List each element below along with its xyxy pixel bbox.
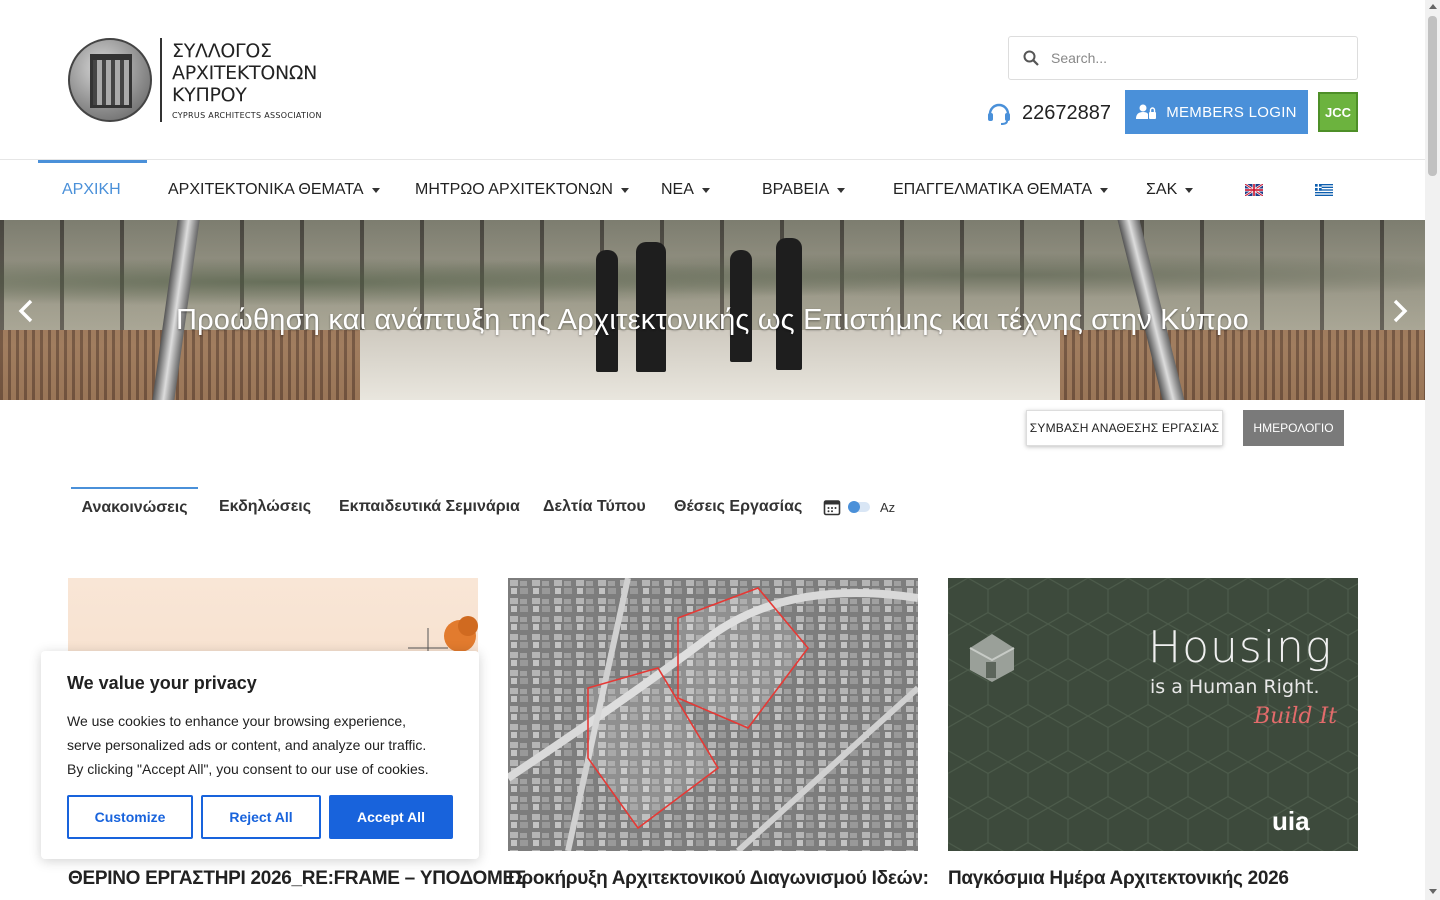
chevron-down-icon xyxy=(1100,187,1109,193)
site-header: ΣΥΛΛΟΓΟΣ ΑΡΧΙΤΕΚΤΟΝΩΝ ΚΥΠΡΟΥ CYPRUS ARCH… xyxy=(0,0,1425,160)
housing-accent: Build It xyxy=(1254,704,1338,729)
nav-item-professional-topics[interactable]: ΕΠΑΓΓΕΛΜΑΤΙΚΑ ΘΕΜΑΤΑ xyxy=(893,160,1109,220)
scrollbar-thumb[interactable] xyxy=(1428,16,1437,176)
scroll-down-arrow-icon[interactable] xyxy=(1429,889,1437,894)
members-login-button[interactable]: MEMBERS LOGIN xyxy=(1125,90,1308,134)
search-input[interactable] xyxy=(1049,43,1349,73)
logo-divider xyxy=(160,38,162,122)
tab-press-releases[interactable]: Δελτία Τύπου xyxy=(543,487,646,527)
card-title[interactable]: Παγκόσμια Ημέρα Αρχιτεκτονικής 2026 xyxy=(948,868,1388,890)
hero-image-floor xyxy=(360,330,1060,400)
hero-slider: Προώθηση και ανάπτυξη της Αρχιτεκτονικής… xyxy=(0,220,1425,400)
user-lock-icon xyxy=(1136,104,1157,119)
tab-job-positions[interactable]: Θέσεις Εργασίας xyxy=(674,487,802,527)
uk-flag-icon[interactable] xyxy=(1245,184,1263,196)
uia-logo: uia xyxy=(1272,806,1310,836)
search-icon[interactable] xyxy=(1023,50,1039,66)
cookie-title: We value your privacy xyxy=(67,673,257,693)
logo-title: ΣΥΛΛΟΓΟΣ ΑΡΧΙΤΕΚΤΟΝΩΝ ΚΥΠΡΟΥ xyxy=(172,40,318,106)
calendar-button[interactable]: ΗΜΕΡΟΛΟΓΙΟ xyxy=(1243,410,1344,446)
nav-item-architectural-topics[interactable]: ΑΡΧΙΤΕΚΤΟΝΙΚΑ ΘΕΜΑΤΑ xyxy=(168,160,380,220)
chevron-down-icon xyxy=(701,187,710,193)
card-image-map[interactable] xyxy=(508,578,918,851)
nav-item-awards[interactable]: ΒΡΑΒΕΙΑ xyxy=(762,160,846,220)
sort-toggle[interactable] xyxy=(848,501,870,513)
nav-item-home[interactable]: ΑΡΧΙΚΗ xyxy=(38,160,147,220)
coin-emblem-icon xyxy=(68,38,152,122)
slider-next-arrow-icon[interactable] xyxy=(1384,296,1414,326)
aerial-map-icon xyxy=(508,578,918,851)
tab-announcements[interactable]: Ανακοινώσεις xyxy=(71,487,198,527)
cookie-body: We use cookies to enhance your browsing … xyxy=(67,713,429,777)
chevron-down-icon xyxy=(620,187,629,193)
scroll-up-arrow-icon[interactable] xyxy=(1429,4,1437,9)
nav-item-news[interactable]: ΝΕΑ xyxy=(661,160,710,220)
calendar-icon[interactable] xyxy=(823,498,841,516)
housing-subline: is a Human Right. xyxy=(1150,676,1320,698)
greece-flag-icon[interactable] xyxy=(1315,184,1333,196)
tab-events[interactable]: Εκδηλώσεις xyxy=(219,487,311,527)
members-login-label: MEMBERS LOGIN xyxy=(1166,103,1297,121)
sort-az-label[interactable]: Az xyxy=(880,500,895,515)
jcc-badge[interactable]: JCC xyxy=(1318,92,1358,132)
hero-image-trees xyxy=(0,240,1425,310)
phone-contact: 22672887 xyxy=(986,98,1111,128)
chevron-down-icon xyxy=(837,187,846,193)
cookie-customize-button[interactable]: Customize xyxy=(67,795,193,839)
site-logo[interactable]: ΣΥΛΛΟΓΟΣ ΑΡΧΙΤΕΚΤΟΝΩΝ ΚΥΠΡΟΥ CYPRUS ARCH… xyxy=(68,38,328,124)
hero-caption: Προώθηση και ανάπτυξη της Αρχιτεκτονικής… xyxy=(175,304,1250,336)
chevron-down-icon xyxy=(1185,187,1194,193)
nav-item-sak[interactable]: ΣΑΚ xyxy=(1146,160,1194,220)
phone-number[interactable]: 22672887 xyxy=(1022,102,1111,125)
nav-item-architects-registry[interactable]: ΜΗΤΡΩΟ ΑΡΧΙΤΕΚΤΟΝΩΝ xyxy=(415,160,629,220)
chevron-down-icon xyxy=(371,187,380,193)
cookie-accept-button[interactable]: Accept All xyxy=(329,795,453,839)
tab-educational-seminars[interactable]: Εκπαιδευτικά Σεμινάρια xyxy=(339,487,520,527)
headset-icon xyxy=(988,103,1010,125)
contract-button[interactable]: ΣΥΜΒΑΣΗ ΑΝΑΘΕΣΗΣ ΕΡΓΑΣΙΑΣ xyxy=(1026,410,1223,446)
news-card[interactable]: Housing is a Human Right. Build It uia Π… xyxy=(948,578,1358,889)
cookie-reject-button[interactable]: Reject All xyxy=(201,795,321,839)
main-navigation: ΑΡΧΙΚΗ ΑΡΧΙΤΕΚΤΟΝΙΚΑ ΘΕΜΑΤΑ ΜΗΤΡΩΟ ΑΡΧΙΤ… xyxy=(0,160,1425,220)
logo-subtitle: CYPRUS ARCHITECTS ASSOCIATION xyxy=(172,111,322,120)
housing-headline: Housing xyxy=(1148,622,1333,673)
card-image-housing[interactable]: Housing is a Human Right. Build It uia xyxy=(948,578,1358,851)
cookie-consent-banner: We value your privacy We use cookies to … xyxy=(41,651,479,859)
card-title[interactable]: Προκήρυξη Αρχιτεκτονικού Διαγωνισμού Ιδε… xyxy=(508,868,948,890)
news-card[interactable]: Προκήρυξη Αρχιτεκτονικού Διαγωνισμού Ιδε… xyxy=(508,578,929,889)
slider-prev-arrow-icon[interactable] xyxy=(12,296,42,326)
page-scrollbar[interactable] xyxy=(1425,0,1440,900)
search-box xyxy=(1008,36,1358,80)
card-title[interactable]: ΘΕΡΙΝΟ ΕΡΓΑΣΤΗΡΙ 2026_RE:FRAME – ΥΠΟΔΟΜΕ… xyxy=(68,868,526,890)
